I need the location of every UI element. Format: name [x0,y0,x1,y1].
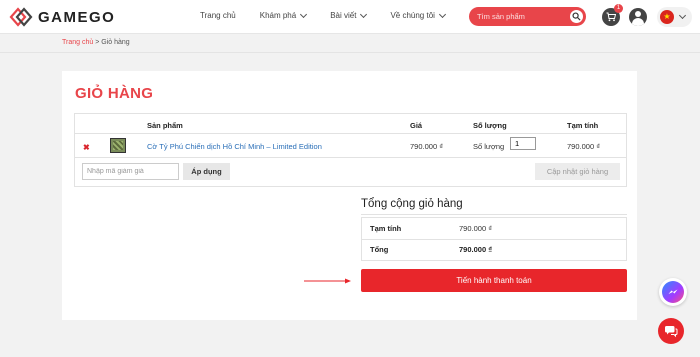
cart-icon [606,12,616,22]
divider [75,157,626,158]
chat-button[interactable] [658,318,684,344]
nav-label: Bài viết [330,11,357,20]
product-price: 790.000 ₫ [410,142,444,151]
totals-title: Tổng cộng giỏ hàng [361,198,463,210]
nav-item-explore[interactable]: Khám phá [259,10,308,20]
account-button[interactable] [629,8,647,26]
chevron-down-icon [438,10,446,18]
product-name-link[interactable]: Cờ Tỷ Phú Chiến dịch Hồ Chí Minh – Limit… [147,142,322,151]
search-icon [572,12,581,21]
nav-item-about[interactable]: Về chúng tôi [390,10,446,20]
remove-item-icon[interactable]: ✖ [83,143,90,152]
column-header-quantity: Số lượng [473,121,507,130]
chevron-down-icon [678,11,687,20]
nav-label: Trang chủ [200,11,236,20]
apply-coupon-button[interactable]: Áp dụng [183,163,230,180]
brand-name: GAMEGO [38,8,116,26]
quantity-label: Số lượng [473,142,505,151]
column-header-price: Giá [410,121,423,130]
vietnam-flag-icon: ★ [660,10,674,24]
chat-bubble-icon [665,326,678,338]
nav-label: Về chúng tôi [390,11,435,20]
messenger-icon [662,281,684,303]
divider [0,52,700,53]
total-value: 790.000 ₫ [459,245,493,254]
search-box [469,7,586,26]
search-input[interactable] [477,11,567,22]
breadcrumb-home[interactable]: Trang chủ [62,39,93,46]
cart-table: Sản phẩm Giá Số lượng Tạm tính ✖ Cờ Tỷ P… [74,113,627,187]
messenger-button[interactable] [659,278,687,306]
arrow-icon [304,278,351,284]
update-cart-button[interactable]: Cập nhật giỏ hàng [535,163,620,180]
coupon-input[interactable] [82,163,179,180]
subtotal-label: Tạm tính [370,224,402,233]
product-subtotal: 790.000 ₫ [567,142,601,151]
breadcrumb: Trang chủ > Giỏ hàng [62,39,130,46]
divider [361,214,627,215]
page-title: GIỎ HÀNG [75,85,154,102]
nav-item-posts[interactable]: Bài viết [330,10,368,20]
product-thumbnail[interactable] [110,138,126,153]
search-button[interactable] [570,10,583,23]
chevron-down-icon [360,10,368,18]
divider [75,133,626,134]
chevron-down-icon [300,10,308,18]
logo[interactable]: GAMEGO [8,6,115,28]
column-header-subtotal: Tạm tính [567,121,599,130]
checkout-button[interactable]: Tiến hành thanh toán [361,269,627,292]
nav-item-home[interactable]: Trang chủ [200,11,236,20]
user-icon [635,11,641,17]
gamego-logo-icon [9,7,33,27]
user-icon-body [632,18,644,26]
cart-count-badge: 1 [614,4,623,13]
quantity-input[interactable] [510,137,536,150]
breadcrumb-current: Giỏ hàng [101,39,130,46]
total-label: Tổng [370,245,389,254]
totals-table: Tạm tính 790.000 ₫ Tổng 790.000 ₫ [361,217,627,261]
column-header-product: Sản phẩm [147,121,183,130]
subtotal-value: 790.000 ₫ [459,224,493,233]
site-header: GAMEGO Trang chủ Khám phá Bài viết Về ch… [0,0,700,34]
nav-label: Khám phá [259,11,297,20]
language-switcher[interactable]: ★ [657,7,692,27]
main-nav: Trang chủ Khám phá Bài viết Về chúng tôi [200,10,469,20]
messenger-bolt-icon [668,289,678,294]
divider [362,239,626,240]
